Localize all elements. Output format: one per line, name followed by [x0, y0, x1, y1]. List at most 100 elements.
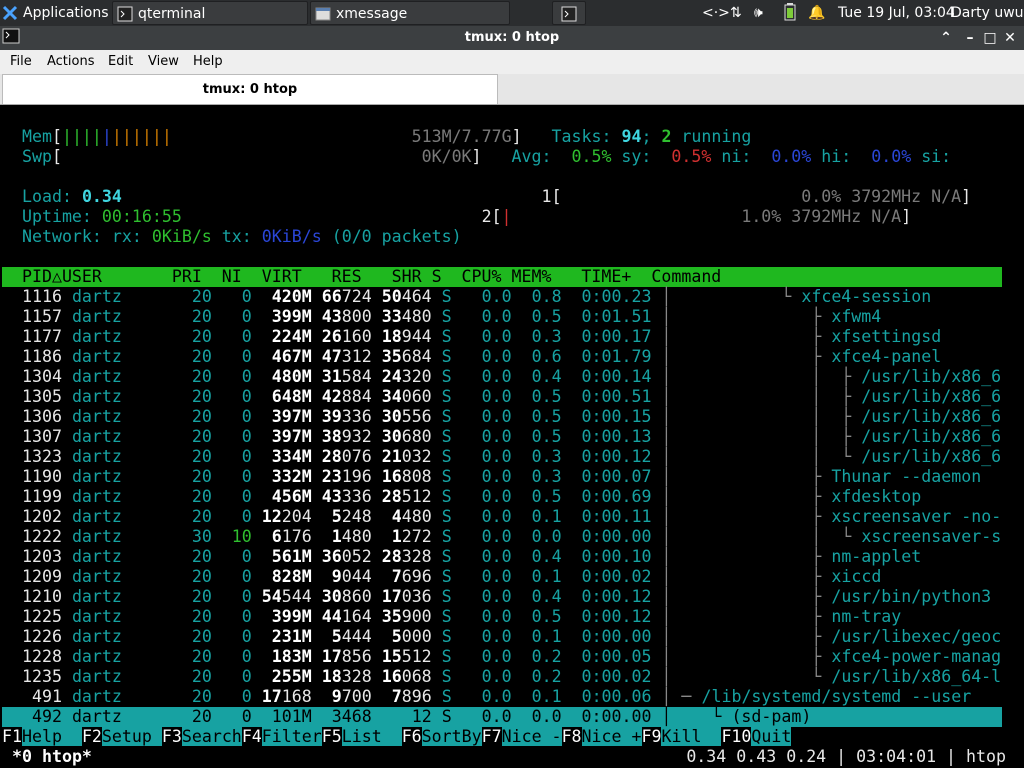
menubar: File Actions Edit View Help [0, 50, 1024, 74]
fkey-f6-label[interactable]: SortBy [421, 727, 482, 746]
process-row[interactable]: 1222 dartz 30 10 6176 1480 1272 S 0.0 0.… [2, 527, 1022, 547]
process-row[interactable]: 1235 dartz 20 0 255M 18328 16068 S 0.0 0… [2, 667, 1022, 687]
process-user: dartz [71, 587, 162, 606]
menu-view[interactable]: View [148, 54, 179, 69]
terminal-tabbar: tmux: 0 htop [0, 74, 1024, 105]
process-user: dartz [71, 447, 162, 466]
close-icon[interactable]: ✕ [1000, 28, 1020, 48]
process-row[interactable]: 1226 dartz 20 0 231M 5444 5000 S 0.0 0.1… [2, 627, 1022, 647]
process-user: dartz [71, 687, 162, 706]
terminal-tab[interactable]: tmux: 0 htop [2, 74, 498, 104]
process-row[interactable]: 1186 dartz 20 0 467M 47312 35684 S 0.0 0… [2, 347, 1022, 367]
process-command: /usr/lib/x86_6 [861, 407, 1002, 426]
process-row[interactable]: 1228 dartz 20 0 183M 17856 15512 S 0.0 0… [2, 647, 1022, 667]
process-row[interactable]: 1177 dartz 20 0 224M 26160 18944 S 0.0 0… [2, 327, 1022, 347]
fkey-f3-label[interactable]: Search [181, 727, 242, 746]
fkey-f4-label[interactable]: Filter [261, 727, 322, 746]
process-user: dartz [71, 707, 162, 726]
process-row[interactable]: 491 dartz 20 0 17168 9700 7896 S 0.0 0.1… [2, 687, 1022, 707]
process-command: xscreensaver-s [861, 527, 1002, 546]
menu-actions[interactable]: Actions [47, 54, 95, 69]
process-row[interactable]: 1116 dartz 20 0 420M 66724 50464 S 0.0 0… [2, 287, 1022, 307]
process-command: /usr/lib/x86_6 [861, 427, 1002, 446]
terminal-icon [117, 6, 133, 22]
menu-file[interactable]: File [10, 54, 32, 69]
fkey-f1-label[interactable]: Help [21, 727, 82, 746]
process-row[interactable]: 1304 dartz 20 0 480M 31584 24320 S 0.0 0… [2, 367, 1022, 387]
process-command: xfdesktop [831, 487, 922, 506]
process-row[interactable]: 1306 dartz 20 0 397M 39336 30556 S 0.0 0… [2, 407, 1022, 427]
notification-bell-icon[interactable]: 🔔 [808, 3, 825, 23]
process-row[interactable]: 1307 dartz 20 0 397M 38932 30680 S 0.0 0… [2, 427, 1022, 447]
process-command: /lib/systemd/systemd --user [701, 687, 972, 706]
process-command: xscreensaver -no- [831, 507, 1002, 526]
process-user: dartz [71, 667, 162, 686]
window-titlebar[interactable]: tmux: 0 htop ⌃ – □ ✕ [0, 26, 1024, 50]
load-meter: Load: 0.34 1[ 0.0% 3792MHz N/A] [2, 187, 972, 206]
terminal-icon [561, 6, 577, 22]
process-row[interactable]: 1157 dartz 20 0 399M 43800 33480 S 0.0 0… [2, 307, 1022, 327]
process-user: dartz [71, 387, 162, 406]
taskbar-qterminal-label: qterminal [138, 6, 206, 22]
fkey-f5: F5 [321, 727, 342, 746]
process-command: xfce4-session [801, 287, 932, 306]
process-row[interactable]: 1199 dartz 20 0 456M 43336 28512 S 0.0 0… [2, 487, 1022, 507]
process-row[interactable]: 1190 dartz 20 0 332M 23196 16808 S 0.0 0… [2, 467, 1022, 487]
process-command: xfwm4 [831, 307, 882, 326]
fkey-f8-label[interactable]: Nice + [581, 727, 642, 746]
uptime-meter: Uptime: 00:16:55 2[| 1.0% 3792MHz N/A] [2, 207, 912, 226]
process-user: dartz [71, 367, 162, 386]
clock[interactable]: Tue 19 Jul, 03:04 [838, 3, 955, 23]
process-row[interactable]: 1202 dartz 20 0 12204 5248 4480 S 0.0 0.… [2, 507, 1022, 527]
battery-icon[interactable] [784, 3, 796, 23]
top-panel: Applications qterminal xmessage <·> ⇅ 🕪 … [0, 0, 1024, 26]
process-row[interactable]: 1209 dartz 20 0 828M 9044 7696 S 0.0 0.1… [2, 567, 1022, 587]
minimize-icon[interactable]: – [960, 28, 980, 48]
applications-menu[interactable]: Applications [0, 1, 110, 25]
swp-meter: Swp[ 0K/0K] Avg: 0.5% sy: 0.5% ni: 0.0% … [2, 147, 952, 166]
process-user: dartz [71, 567, 162, 586]
function-key-bar: F1Help F2Setup F3SearchF4FilterF5List F6… [2, 727, 1022, 747]
taskbar-terminal-launcher[interactable] [552, 1, 586, 25]
process-command: xfsettingsd [831, 327, 942, 346]
taskbar-qterminal[interactable]: qterminal [112, 1, 308, 25]
taskbar-xmessage[interactable]: xmessage [310, 1, 510, 25]
fkey-f7-label[interactable]: Nice - [501, 727, 562, 746]
tmux-status-right: 0.34 0.43 0.24 | 03:04:01 | htop [686, 747, 1016, 766]
network-code-icon[interactable]: <·> [702, 3, 730, 23]
process-user: dartz [71, 627, 162, 646]
window-icon [315, 6, 331, 22]
network-transfer-icon[interactable]: ⇅ [730, 3, 742, 23]
process-row[interactable]: 1323 dartz 20 0 334M 28076 21032 S 0.0 0… [2, 447, 1022, 467]
tmux-window-label[interactable]: *0 htop* [2, 747, 92, 766]
fkey-f8: F8 [561, 727, 582, 746]
process-command: Thunar --daemon [831, 467, 982, 486]
user-name[interactable]: Darty uwu [951, 3, 1024, 23]
fkey-f10: F10 [721, 727, 752, 746]
mem-meter: Mem[||||||||||| 513M/7.77G] Tasks: 94; 2… [2, 127, 752, 146]
fkey-f9-label[interactable]: Kill [661, 727, 722, 746]
swp-value: 0K/0K [421, 147, 472, 166]
fkey-f2: F2 [81, 727, 102, 746]
process-row[interactable]: 1305 dartz 20 0 648M 42884 34060 S 0.0 0… [2, 387, 1022, 407]
fkey-f2-label[interactable]: Setup [101, 727, 162, 746]
fkey-f7: F7 [481, 727, 502, 746]
fkey-f5-label[interactable]: List [341, 727, 402, 746]
process-command: /usr/lib/x86_6 [861, 387, 1002, 406]
process-row[interactable]: 1210 dartz 20 0 54544 30860 17036 S 0.0 … [2, 587, 1022, 607]
process-user: dartz [71, 487, 162, 506]
process-row[interactable]: 492 dartz 20 0 101M 3468 12 S 0.0 0.0 0:… [2, 707, 1002, 727]
process-row[interactable]: 1203 dartz 20 0 561M 36052 28328 S 0.0 0… [2, 547, 1022, 567]
fkey-f10-label[interactable]: Quit [751, 727, 792, 746]
fkey-f6: F6 [401, 727, 422, 746]
shade-icon[interactable]: ⌃ [936, 28, 956, 48]
menu-edit[interactable]: Edit [108, 54, 133, 69]
process-row[interactable]: 1225 dartz 20 0 399M 44164 35900 S 0.0 0… [2, 607, 1022, 627]
maximize-icon[interactable]: □ [980, 28, 1000, 48]
menu-help[interactable]: Help [193, 54, 223, 69]
fkey-f9: F9 [641, 727, 662, 746]
terminal-view[interactable]: Mem[||||||||||| 513M/7.77G] Tasks: 94; 2… [2, 106, 1022, 768]
process-user: dartz [71, 527, 162, 546]
volume-icon[interactable]: 🕪 [754, 3, 763, 23]
process-table-header[interactable]: PID△USER PRI NI VIRT RES SHR S CPU% MEM%… [2, 267, 1002, 287]
